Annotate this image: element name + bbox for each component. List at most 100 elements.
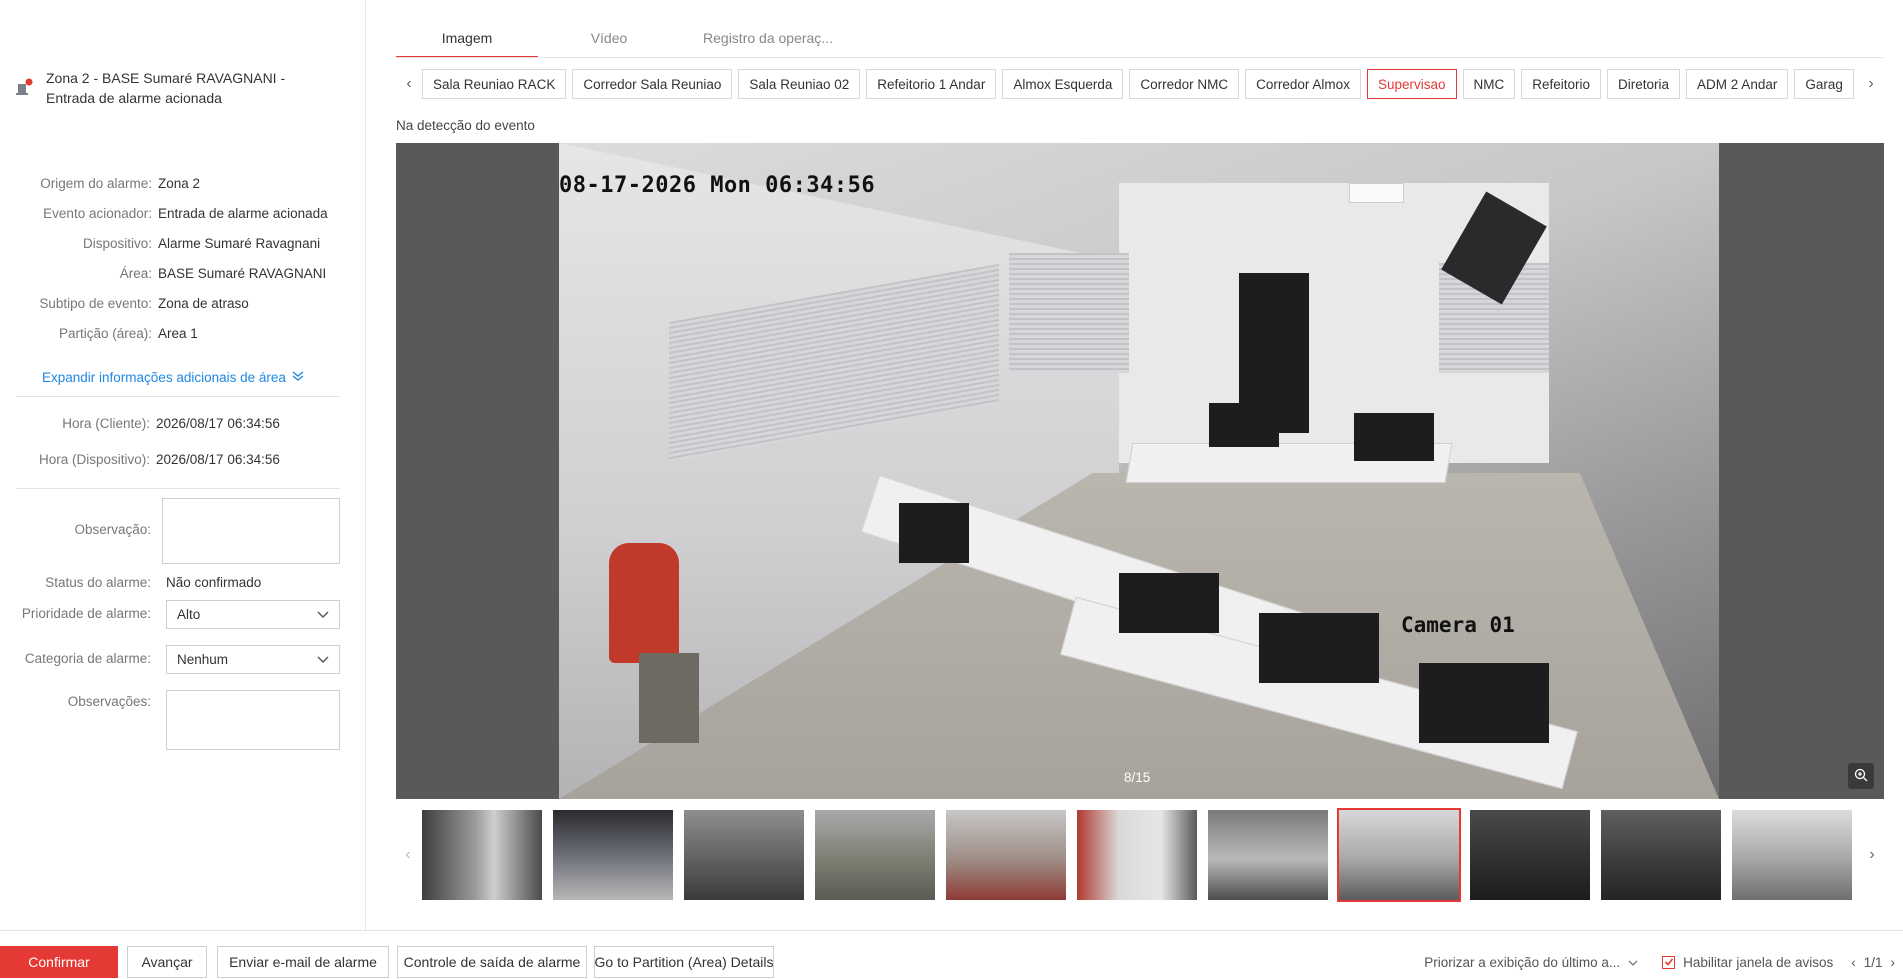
thumbnail[interactable]	[1075, 808, 1199, 902]
thumbnail[interactable]	[1468, 808, 1592, 902]
status-value: Não confirmado	[166, 575, 262, 590]
info-row-device: Dispositivo: Alarme Sumaré Ravagnani	[0, 228, 340, 258]
send-email-button[interactable]: Enviar e-mail de alarme	[217, 946, 389, 978]
priority-label: Prioridade de alarme:	[21, 606, 151, 621]
camera-list: Sala Reuniao RACK Corredor Sala Reuniao …	[422, 69, 1858, 99]
thumbnail[interactable]	[682, 808, 806, 902]
device-time-value: 2026/08/17 06:34:56	[156, 452, 280, 467]
thumbnail[interactable]	[1730, 808, 1854, 902]
info-value: Entrada de alarme acionada	[158, 205, 328, 221]
pager: ‹ 1/1 ›	[1851, 955, 1895, 970]
pager-value: 1/1	[1863, 954, 1883, 970]
priority-display-select[interactable]: Priorizar a exibição do último a...	[1424, 955, 1638, 970]
thumbnail-list	[420, 808, 1860, 902]
partition-details-button[interactable]: Go to Partition (Area) Details	[594, 946, 774, 978]
camera-button-active[interactable]: Supervisao	[1366, 69, 1457, 99]
chevron-down-icon	[317, 652, 329, 667]
thumbnail[interactable]	[551, 808, 675, 902]
camera-button[interactable]: Diretoria	[1607, 69, 1681, 99]
event-image-viewer: 08-17-2026 Mon 06:34:56 Camera 01 8/15	[396, 143, 1884, 799]
category-row: Categoria de alarme: Nenhum	[0, 645, 340, 674]
alarm-title: Zona 2 - BASE Sumaré RAVAGNANI - Entrada…	[46, 70, 286, 106]
alarm-details-panel: Zona 2 - BASE Sumaré RAVAGNANI - Entrada…	[0, 0, 366, 930]
chevron-left-icon[interactable]: ‹	[396, 75, 422, 93]
tab-video[interactable]: Vídeo	[538, 22, 680, 58]
info-row-partition: Partição (área): Area 1	[0, 318, 340, 348]
client-time-label: Hora (Cliente):	[62, 416, 150, 431]
confirm-button[interactable]: Confirmar	[0, 946, 118, 978]
info-value: Zona 2	[158, 175, 201, 191]
priority-value: Alto	[177, 607, 201, 622]
observation-field[interactable]	[162, 498, 340, 564]
next-button[interactable]: Avançar	[127, 946, 207, 978]
expand-area-info-link[interactable]: Expandir informações adicionais de área	[42, 370, 304, 385]
image-counter: 8/15	[1124, 770, 1151, 785]
alarm-input-icon	[16, 78, 34, 96]
double-chevron-down-icon	[292, 370, 304, 385]
camera-button[interactable]: Corredor Almox	[1245, 69, 1361, 99]
event-caption: Na detecção do evento	[396, 118, 535, 133]
thumbnail[interactable]	[1206, 808, 1330, 902]
thumbnail[interactable]	[1599, 808, 1723, 902]
info-value: Alarme Sumaré Ravagnani	[158, 235, 321, 251]
remarks-field[interactable]	[166, 690, 340, 750]
info-label: Área:	[119, 265, 152, 281]
info-value: BASE Sumaré RAVAGNANI	[158, 265, 327, 281]
chevron-right-icon[interactable]: ›	[1860, 846, 1884, 864]
camera-button[interactable]: Refeitorio 1 Andar	[866, 69, 997, 99]
thumbnail-strip: ‹ ›	[396, 808, 1884, 902]
thumbnail-active[interactable]	[1337, 808, 1461, 902]
remarks-label: Observações:	[67, 694, 151, 709]
camera-button[interactable]: Corredor NMC	[1129, 69, 1240, 99]
thumbnail[interactable]	[420, 808, 544, 902]
priority-select[interactable]: Alto	[166, 600, 340, 629]
chevron-down-icon	[317, 607, 329, 622]
camera-button[interactable]: Sala Reuniao 02	[738, 69, 861, 99]
enable-window-checkbox[interactable]	[1662, 955, 1676, 969]
info-value: Area 1	[158, 325, 198, 341]
category-select[interactable]: Nenhum	[166, 645, 340, 674]
info-row-origin: Origem do alarme: Zona 2	[0, 168, 340, 198]
info-label: Evento acionador:	[43, 205, 152, 221]
category-label: Categoria de alarme:	[24, 651, 151, 666]
info-row-area: Área: BASE Sumaré RAVAGNANI	[0, 258, 340, 288]
image-camera-label: Camera 01	[1401, 613, 1515, 637]
divider	[16, 396, 340, 397]
chevron-down-icon	[1628, 955, 1638, 970]
chevron-left-icon[interactable]: ‹	[1851, 955, 1856, 970]
status-label: Status do alarme:	[45, 575, 151, 590]
zoom-in-button[interactable]	[1848, 763, 1874, 789]
bottom-options: Priorizar a exibição do último a... Habi…	[1424, 946, 1903, 978]
tabs-divider	[396, 57, 1883, 58]
observation-label: Observação:	[74, 522, 151, 537]
info-label: Dispositivo:	[82, 235, 152, 251]
chevron-right-icon[interactable]: ›	[1858, 75, 1884, 93]
camera-button[interactable]: Corredor Sala Reuniao	[572, 69, 733, 99]
zoom-in-icon	[1854, 768, 1868, 785]
priority-display-label: Priorizar a exibição do último a...	[1424, 954, 1621, 970]
category-value: Nenhum	[177, 652, 229, 667]
status-row: Status do alarme: Não confirmado	[0, 575, 340, 590]
remarks-row: Observações:	[0, 690, 340, 750]
camera-button[interactable]: ADM 2 Andar	[1686, 69, 1789, 99]
alarm-output-control-button[interactable]: Controle de saída de alarme	[397, 946, 587, 978]
tab-image[interactable]: Imagem	[396, 22, 538, 58]
camera-button[interactable]: NMC	[1462, 69, 1516, 99]
chevron-right-icon[interactable]: ›	[1891, 955, 1896, 970]
divider	[16, 488, 340, 489]
camera-button[interactable]: Refeitorio	[1521, 69, 1602, 99]
thumbnail[interactable]	[813, 808, 937, 902]
camera-button[interactable]: Sala Reuniao RACK	[422, 69, 567, 99]
camera-strip: ‹ Sala Reuniao RACK Corredor Sala Reunia…	[396, 68, 1884, 100]
info-value: Zona de atraso	[158, 295, 249, 311]
info-row-trigger: Evento acionador: Entrada de alarme acio…	[0, 198, 340, 228]
info-label: Subtipo de evento:	[39, 295, 152, 311]
camera-button[interactable]: Garag	[1794, 69, 1854, 99]
device-time-row: Hora (Dispositivo): 2026/08/17 06:34:56	[0, 452, 340, 467]
tab-operation-log[interactable]: Registro da operaç...	[680, 22, 856, 58]
client-time-row: Hora (Cliente): 2026/08/17 06:34:56	[0, 416, 340, 431]
enable-window-label: Habilitar janela de avisos	[1683, 954, 1834, 970]
camera-button[interactable]: Almox Esquerda	[1002, 69, 1124, 99]
thumbnail[interactable]	[944, 808, 1068, 902]
chevron-left-icon[interactable]: ‹	[396, 846, 420, 864]
